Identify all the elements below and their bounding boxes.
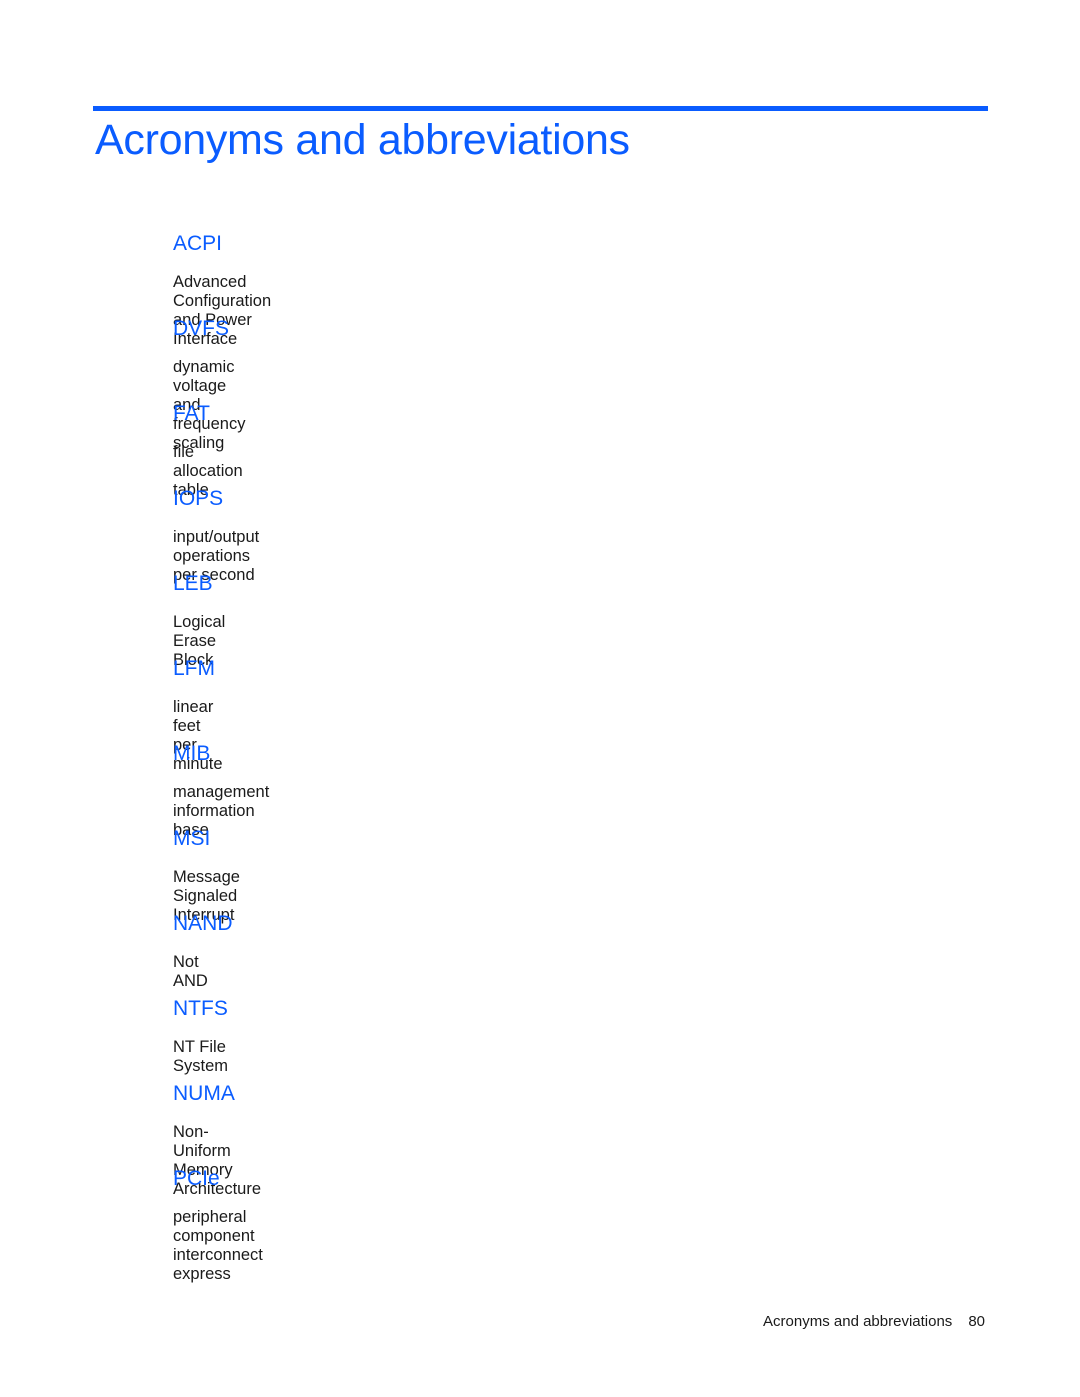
page-title: Acronyms and abbreviations xyxy=(95,116,630,164)
acronym-term: MSI xyxy=(173,827,211,850)
footer-section-title: Acronyms and abbreviations xyxy=(763,1313,953,1330)
page-footer: Acronyms and abbreviations 80 xyxy=(763,1313,985,1330)
acronym-term: PCIe xyxy=(173,1167,220,1190)
acronym-term: LFM xyxy=(173,657,215,680)
acronym-term: ACPI xyxy=(173,232,223,255)
acronym-definition: peripheral component interconnect expres… xyxy=(173,1208,263,1283)
page-number: 80 xyxy=(968,1313,985,1330)
title-rule xyxy=(93,106,988,111)
acronym-definition: Not AND xyxy=(173,953,208,990)
acronym-term: MIB xyxy=(173,742,211,765)
acronym-term: NTFS xyxy=(173,997,228,1020)
acronym-term: IOPS xyxy=(173,487,224,510)
acronym-definition: NT File System xyxy=(173,1038,229,1075)
acronym-term: NUMA xyxy=(173,1082,235,1105)
acronym-term: NAND xyxy=(173,912,233,935)
acronym-term: FAT xyxy=(173,402,210,425)
acronym-term: DVFS xyxy=(173,317,230,340)
acronym-term: LEB xyxy=(173,572,213,595)
